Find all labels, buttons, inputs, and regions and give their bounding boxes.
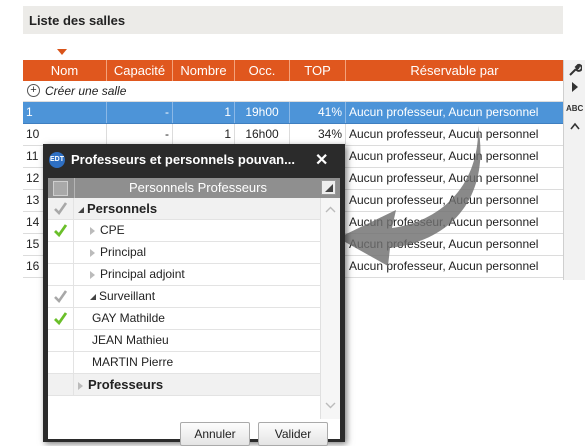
empty-check-cell[interactable] <box>48 330 74 351</box>
dialog-list-header-label: Personnels Professeurs <box>74 178 321 198</box>
gray-check-icon[interactable] <box>48 286 74 307</box>
empty-check-cell[interactable] <box>48 242 74 263</box>
green-check-icon[interactable] <box>48 308 74 329</box>
list-item-label: MARTIN Pierre <box>92 355 174 369</box>
empty-check-cell[interactable] <box>48 374 74 395</box>
sort-triangle-icon[interactable] <box>321 180 336 195</box>
list-item-label: Surveillant <box>99 289 156 303</box>
list-item-cpe[interactable]: CPE <box>48 220 320 242</box>
expand-closed-icon <box>90 270 95 279</box>
dialog-body: Personnels Professeurs Personnels CPE Pr… <box>48 178 340 446</box>
column-header-nom[interactable]: Nom <box>23 60 107 81</box>
list-item-label: CPE <box>100 223 125 237</box>
expand-open-icon <box>78 206 84 213</box>
cell-occ: 19h00 <box>235 102 290 123</box>
scroll-up-icon[interactable] <box>566 119 583 136</box>
dialog-footer: Annuler Valider <box>48 419 340 446</box>
gray-check-icon[interactable] <box>48 198 74 219</box>
list-item-principal[interactable]: Principal <box>48 242 320 264</box>
green-check-icon[interactable] <box>48 220 74 241</box>
close-icon[interactable]: ✕ <box>315 150 328 170</box>
wrench-icon[interactable] <box>566 62 583 79</box>
grid-header: Nom Capacité Nombre Occ. TOP Réservable … <box>23 60 563 81</box>
list-item-label: GAY Mathilde <box>92 311 165 325</box>
list-item-principal-adjoint[interactable]: Principal adjoint <box>48 264 320 286</box>
cancel-button[interactable]: Annuler <box>180 422 250 446</box>
add-icon: + <box>27 84 40 97</box>
cell-occ: 16h00 <box>235 124 290 145</box>
select-all-checkbox[interactable] <box>53 181 68 196</box>
expand-open-icon <box>90 293 96 300</box>
column-header-occ[interactable]: Occ. <box>235 60 290 81</box>
cell-nom: 10 <box>23 124 107 145</box>
cell-nom: 1 <box>23 102 107 123</box>
sort-abc-button[interactable]: ABC <box>566 100 583 117</box>
dialog-list-header: Personnels Professeurs <box>48 178 340 198</box>
list-item-label: Personnels <box>87 201 158 216</box>
scroll-down-icon[interactable] <box>325 402 336 409</box>
panel-title-bar: Liste des salles <box>23 6 563 34</box>
cell-capacite: - <box>107 102 173 123</box>
validate-button[interactable]: Valider <box>258 422 328 446</box>
right-toolbar: ABC <box>563 60 585 280</box>
cell-nombre: 1 <box>173 124 235 145</box>
scroll-up-icon[interactable] <box>325 206 336 213</box>
column-header-top[interactable]: TOP <box>290 60 346 81</box>
expand-closed-icon <box>90 226 95 235</box>
empty-check-cell[interactable] <box>48 264 74 285</box>
cell-capacite: - <box>107 124 173 145</box>
sort-indicator-icon <box>57 49 67 55</box>
column-header-reservable[interactable]: Réservable par <box>346 60 563 81</box>
create-room-label: Créer une salle <box>45 84 127 98</box>
empty-check-cell[interactable] <box>48 352 74 373</box>
list-item-label: JEAN Mathieu <box>92 333 169 347</box>
list-item-surveillant[interactable]: Surveillant <box>48 286 320 308</box>
list-item-professeurs[interactable]: Professeurs <box>48 374 320 396</box>
list-item-gay-mathilde[interactable]: GAY Mathilde <box>48 308 320 330</box>
play-icon[interactable] <box>566 81 583 98</box>
app-logo-icon: EDT <box>49 152 65 168</box>
list-item-jean-mathieu[interactable]: JEAN Mathieu <box>48 330 320 352</box>
dialog-scrollbar[interactable] <box>320 198 340 419</box>
column-header-nombre[interactable]: Nombre <box>173 60 235 81</box>
cell-nombre: 1 <box>173 102 235 123</box>
expand-closed-icon <box>90 248 95 257</box>
list-item-personnels[interactable]: Personnels <box>48 198 320 220</box>
list-item-martin-pierre[interactable]: MARTIN Pierre <box>48 352 320 374</box>
curved-arrow-icon <box>338 126 481 266</box>
staff-dialog: EDT Professeurs et personnels pouvan... … <box>43 144 345 446</box>
create-room-row[interactable]: + Créer une salle <box>23 81 563 102</box>
panel-title: Liste des salles <box>29 13 126 28</box>
list-item-label: Principal <box>100 245 147 259</box>
expand-closed-icon <box>78 381 83 390</box>
list-item-label: Professeurs <box>88 377 164 392</box>
column-header-capacite[interactable]: Capacité <box>107 60 173 81</box>
dialog-title: Professeurs et personnels pouvan... <box>71 152 295 167</box>
list-item-label: Principal adjoint <box>100 267 185 281</box>
